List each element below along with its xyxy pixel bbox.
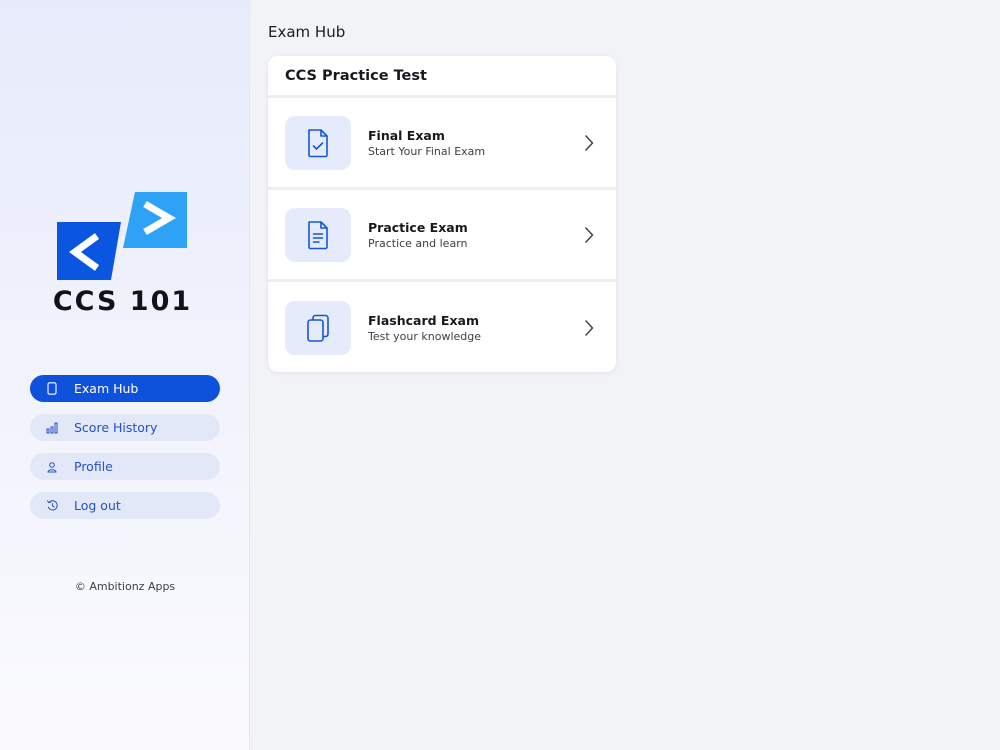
nav-label: Log out [74,498,121,513]
row-title: Final Exam [368,127,445,143]
row-subtitle: Test your knowledge [368,330,482,343]
practice-test-card: CCS Practice Test Final Exam Start Your … [268,56,616,372]
logout-icon [30,499,74,512]
bar-chart-icon [30,422,74,434]
sidebar: CCS 101 Exam Hub Score History Profile L… [0,0,250,750]
nav-label: Score History [74,420,158,435]
user-icon [30,461,74,473]
flashcard-exam-row[interactable]: Flashcard Exam Test your knowledge [268,282,616,372]
nav-score-history[interactable]: Score History [30,414,220,441]
copy-icon [285,301,351,355]
row-subtitle: Start Your Final Exam [368,144,486,158]
chevron-right-icon [584,134,594,151]
row-title: Practice Exam [368,219,468,235]
brand-name: CCS 101 [52,286,193,317]
nav-exam-hub[interactable]: Exam Hub [30,375,220,402]
nav-profile[interactable]: Profile [30,453,220,480]
app-root: CCS 101 Exam Hub Score History Profile L… [0,0,1000,750]
page-title: Exam Hub [268,23,346,41]
practice-exam-row[interactable]: Practice Exam Practice and learn [268,190,616,282]
row-title: Flashcard Exam [368,313,479,328]
nav-label: Exam Hub [74,381,139,396]
chevron-right-icon [584,226,594,243]
row-subtitle: Practice and learn [368,236,468,250]
ccs-logo [57,192,187,280]
copyright-text: © Ambitionz Apps [74,580,176,593]
tablet-icon [30,382,74,395]
card-title: CCS Practice Test [268,56,616,98]
final-exam-row[interactable]: Final Exam Start Your Final Exam [268,98,616,190]
nav-log-out[interactable]: Log out [30,492,220,519]
nav-label: Profile [74,459,113,474]
file-text-icon [285,207,351,262]
file-check-icon [285,115,351,170]
chevron-right-icon [584,320,594,336]
